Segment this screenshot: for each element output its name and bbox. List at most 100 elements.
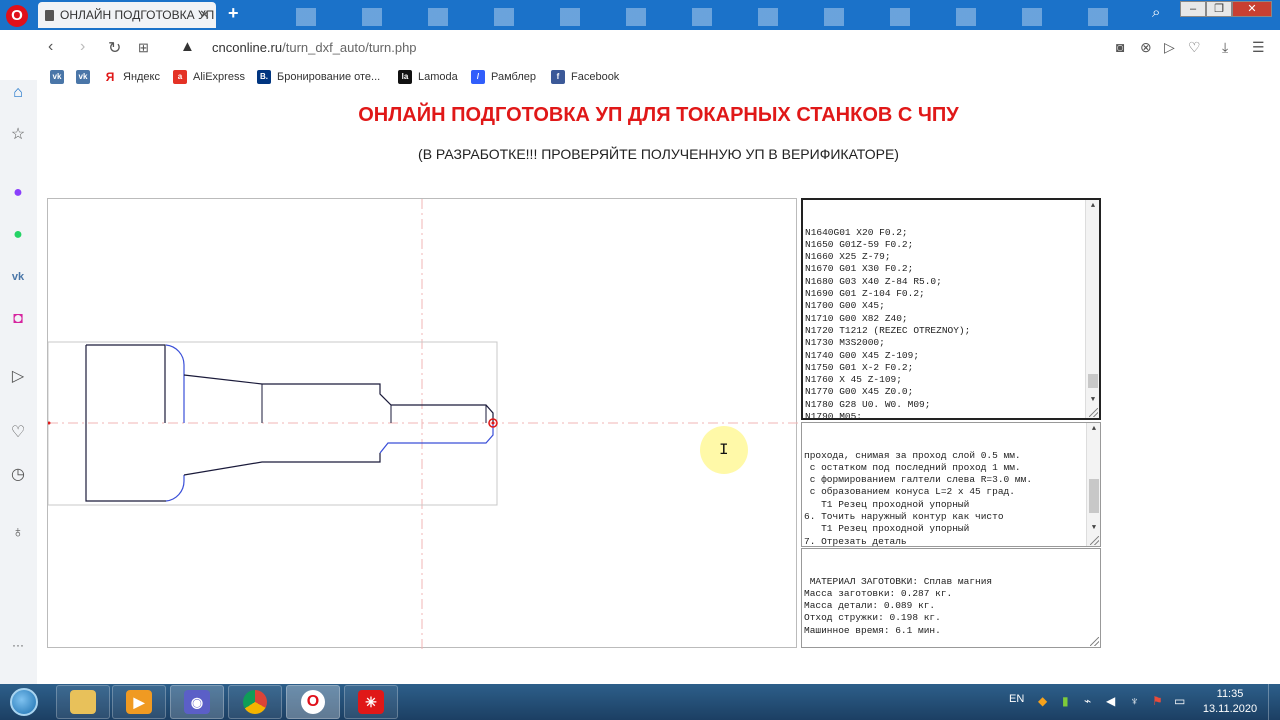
resize-grip-icon[interactable] — [1090, 637, 1099, 646]
volume-icon[interactable]: ◀ — [1106, 694, 1115, 708]
url-field[interactable]: cnconline.ru/turn_dxf_auto/turn.php — [212, 40, 417, 55]
scroll-down-icon[interactable]: ▼ — [1087, 522, 1100, 534]
scroll-down-icon[interactable]: ▼ — [1086, 394, 1099, 406]
bookmark-booking[interactable]: B. Бронирование оте... — [257, 70, 380, 84]
scroll-thumb[interactable] — [1089, 479, 1099, 513]
part-drawing-canvas[interactable] — [47, 198, 798, 649]
bookmark-lamoda[interactable]: la Lamoda — [398, 70, 458, 84]
browser-tabbar: O ОНЛАЙН ПОДГОТОВКА УП ДЛЯ ТОКАРНЫХ СТАН… — [0, 0, 1280, 30]
page-content: ОНЛАЙН ПОДГОТОВКА УП ДЛЯ ТОКАРНЫХ СТАНКО… — [37, 90, 1280, 684]
summary-textarea[interactable]: МАТЕРИАЛ ЗАГОТОВКИ: Сплав магния Масса за… — [801, 548, 1101, 648]
search-tabs-icon[interactable]: ⌕ — [1152, 4, 1160, 21]
clock-date: 13.11.2020 — [1202, 703, 1258, 715]
summary-lines: МАТЕРИАЛ ЗАГОТОВКИ: Сплав магния Масса за… — [804, 576, 1084, 637]
taskbar-teams[interactable]: ◉ — [170, 685, 224, 719]
operation-line: прохода, снимая за проход слой 0.5 мм. — [804, 449, 1021, 461]
summary-line: МАТЕРИАЛ ЗАГОТОВКИ: Сплав магния — [804, 575, 993, 587]
aliexpress-icon: a — [173, 70, 187, 84]
operation-line: T1 Резец проходной упорный — [804, 498, 970, 510]
home-icon[interactable]: ⌂ — [7, 82, 29, 104]
media-player-icon: ▶ — [126, 690, 152, 714]
scroll-thumb[interactable] — [1088, 374, 1098, 388]
taskbar-app[interactable]: ✳ — [344, 685, 398, 719]
taskbar-opera[interactable]: O — [286, 685, 340, 719]
speed-dial-icon[interactable]: ⊞ — [138, 40, 149, 56]
rambler-icon: / — [471, 70, 485, 84]
operations-textarea[interactable]: прохода, снимая за проход слой 0.5 мм. с… — [801, 422, 1101, 547]
action-center-icon[interactable]: ⚑ — [1152, 694, 1163, 708]
more-icon[interactable]: ··· — [7, 634, 29, 656]
background-tabs — [250, 8, 1130, 26]
browser-tab-active[interactable]: ОНЛАЙН ПОДГОТОВКА УП ДЛЯ ТОКАРНЫХ СТАНКО… — [38, 2, 216, 28]
language-indicator[interactable]: EN — [1009, 693, 1024, 705]
tray-app-icon[interactable]: ◆ — [1038, 694, 1047, 708]
reload-icon[interactable]: ↻ — [108, 38, 121, 58]
show-desktop-button[interactable] — [1268, 684, 1280, 720]
facebook-icon: f — [551, 70, 565, 84]
part-profile-bottom — [183, 453, 381, 476]
instagram-icon[interactable]: ◘ — [7, 308, 29, 330]
star-icon[interactable]: ☆ — [7, 124, 29, 146]
vk-icon: vk — [50, 70, 64, 84]
windows-logo-icon — [10, 688, 38, 716]
taskbar-explorer[interactable] — [56, 685, 110, 719]
lightbulb-icon[interactable]: ♁ — [7, 522, 29, 544]
maximize-button[interactable]: ❐ — [1206, 1, 1232, 17]
bookmark-vk-1[interactable]: vk — [50, 70, 70, 84]
back-icon[interactable]: ‹ — [48, 38, 53, 56]
display-icon[interactable]: ▭ — [1174, 694, 1185, 708]
gcode-line: N1640G01 X20 F0.2; — [805, 226, 908, 238]
text-cursor-icon: I — [719, 441, 729, 459]
send-icon[interactable]: ▷ — [7, 366, 29, 388]
close-window-button[interactable]: ✕ — [1232, 1, 1272, 17]
messenger-icon[interactable]: ● — [7, 182, 29, 204]
gcode-line: N1770 G00 X45 Z0.0; — [805, 386, 914, 398]
easy-setup-icon[interactable]: ☰ — [1252, 39, 1265, 56]
warning-icon[interactable]: ▲ — [180, 38, 195, 55]
taskbar-chrome[interactable] — [228, 685, 282, 719]
battery-icon[interactable]: ▮ — [1062, 694, 1069, 708]
bookmark-facebook[interactable]: f Facebook — [551, 70, 619, 84]
toolpath-bottom — [379, 423, 494, 454]
gcode-textarea[interactable]: N1640G01 X20 F0.2; N1650 G01Z-59 F0.2; N16… — [801, 198, 1101, 420]
gcode-line: N1750 G01 X-2 F0.2; — [805, 361, 914, 373]
opera-menu-icon[interactable]: O — [6, 5, 28, 27]
bookmark-yandex[interactable]: Я Яндекс — [103, 70, 160, 84]
new-tab-button[interactable]: + — [228, 3, 239, 24]
gcode-scrollbar[interactable]: ▲ ▼ — [1085, 200, 1099, 418]
gcode-line: N1650 G01Z-59 F0.2; — [805, 238, 914, 250]
taskbar-clock[interactable]: 11:35 13.11.2020 — [1196, 687, 1264, 717]
forward-icon[interactable]: › — [80, 38, 85, 56]
operations-scrollbar[interactable]: ▲ ▼ — [1086, 423, 1100, 546]
heart-icon[interactable]: ♡ — [1188, 39, 1201, 56]
tab-close-icon[interactable]: ✕ — [199, 2, 210, 28]
address-bar: ‹ › ↻ ⊞ ▲ cnconline.ru/turn_dxf_auto/tur… — [0, 30, 1280, 66]
minimize-button[interactable]: – — [1180, 1, 1206, 17]
scroll-up-icon[interactable]: ▲ — [1087, 423, 1100, 435]
vk-icon: vk — [76, 70, 90, 84]
bookmark-aliexpress[interactable]: a AliExpress — [173, 70, 245, 84]
usb-icon[interactable]: ♆ — [1130, 694, 1139, 708]
flow-icon[interactable]: ▷ — [1164, 39, 1175, 56]
booking-icon: B. — [257, 70, 271, 84]
start-button[interactable] — [4, 684, 44, 720]
adblock-icon[interactable]: ⊗ — [1140, 39, 1152, 56]
chrome-icon — [243, 690, 267, 714]
vk-sidebar-icon[interactable]: vk — [7, 266, 29, 288]
scroll-up-icon[interactable]: ▲ — [1086, 200, 1099, 212]
resize-grip-icon[interactable] — [1089, 408, 1098, 417]
resize-grip-icon[interactable] — [1090, 536, 1099, 545]
history-icon[interactable]: ◷ — [7, 464, 29, 486]
taskbar-media-player[interactable]: ▶ — [112, 685, 166, 719]
bookmark-rambler[interactable]: / Рамблер — [471, 70, 536, 84]
bookmark-vk-2[interactable]: vk — [76, 70, 96, 84]
gcode-line: N1780 G28 U0. W0. M09; — [805, 398, 931, 410]
tab-title: ОНЛАЙН ПОДГОТОВКА УП ДЛЯ ТОКАРНЫХ СТАНКО… — [60, 8, 216, 22]
camera-icon[interactable]: ◙ — [1116, 39, 1124, 55]
whatsapp-icon[interactable]: ● — [7, 224, 29, 246]
heart-icon[interactable]: ♡ — [7, 422, 29, 444]
windows-taskbar: ▶ ◉ O ✳ EN ◆ ▮ ⌁ ◀ ♆ ⚑ ▭ 11:35 13.11.2020 — [0, 684, 1280, 720]
folder-icon — [70, 690, 96, 714]
download-icon[interactable]: ⤓ — [1222, 39, 1228, 56]
network-tray-icon[interactable]: ⌁ — [1084, 694, 1091, 708]
